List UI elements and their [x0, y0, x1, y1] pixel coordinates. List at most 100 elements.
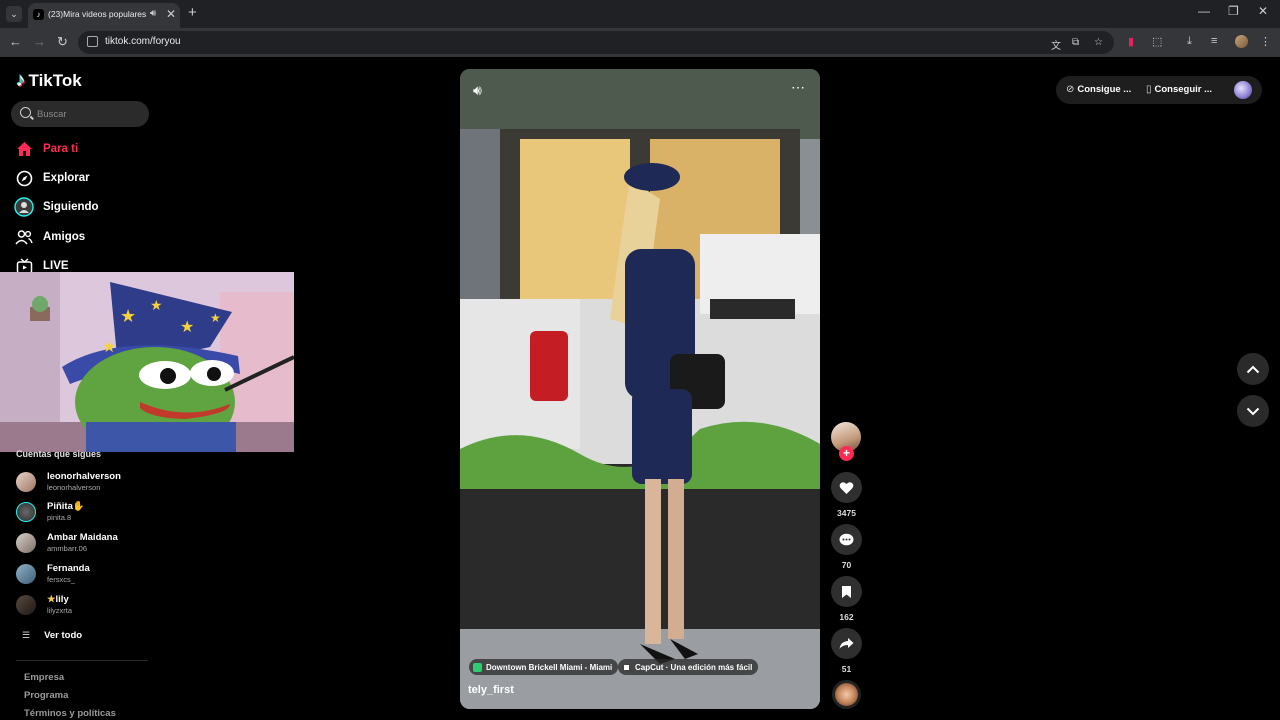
see-all-following-button[interactable]: ☰ Ver todo: [22, 630, 82, 641]
following-section-title: Cuentas que sigues: [16, 449, 102, 459]
get-app-button[interactable]: ▯ Conseguir ...: [1146, 84, 1212, 95]
tab-search-dropdown-icon[interactable]: ⌄: [6, 6, 22, 22]
comment-count: 70: [841, 560, 852, 570]
share-icon: [839, 638, 854, 649]
restore-icon[interactable]: ❐: [1228, 4, 1239, 18]
like-count: 3475: [837, 508, 856, 518]
browser-tab[interactable]: ♪ (23)Mira videos populares 🔊︎ ✕: [28, 3, 180, 28]
window-close-icon[interactable]: ✕: [1258, 4, 1268, 18]
get-coins-label: Consigue ...: [1077, 84, 1132, 95]
video-author-username[interactable]: tely_first: [468, 684, 514, 696]
next-video-button[interactable]: [1237, 395, 1269, 427]
location-chip[interactable]: Downtown Brickell Miami - Miami: [469, 659, 619, 675]
browser-toolbar: ← → ↻ tiktok.com/foryou 文 ⧉ ☆ ▮ ⬚ ⤓ ≡ ⋮: [0, 28, 1280, 57]
extension-icon[interactable]: ▮: [1128, 35, 1134, 48]
media-control-icon[interactable]: ≡: [1211, 35, 1217, 47]
account-name-text: Piñita: [47, 501, 73, 512]
comment-button[interactable]: [831, 524, 862, 555]
back-icon[interactable]: ←: [9, 34, 22, 49]
nav-item-amigos[interactable]: Amigos: [14, 226, 85, 248]
webcam-overlay: ★ ★ ★ ★ ★: [0, 272, 294, 452]
tab-close-icon[interactable]: ✕: [166, 7, 176, 21]
bookmark-star-icon[interactable]: ☆: [1094, 37, 1103, 48]
chevron-down-icon: [1246, 407, 1260, 415]
svg-text:★: ★: [120, 306, 136, 327]
location-text: Downtown Brickell Miami - Miami: [486, 662, 613, 672]
hand-emoji-icon: ✋: [72, 501, 85, 512]
compass-icon: [14, 168, 34, 188]
friends-icon: [14, 227, 34, 247]
account-username: ammbarr.06: [47, 544, 88, 553]
phone-icon: ▯: [1146, 84, 1152, 95]
tiktok-note-icon: ♪: [16, 70, 26, 91]
nav-item-siguiendo[interactable]: Siguiendo: [14, 196, 99, 218]
like-button[interactable]: [831, 472, 862, 503]
comment-icon: [839, 533, 854, 545]
browser-tab-bar: ⌄ ♪ (23)Mira videos populares 🔊︎ ✕ + — ❐…: [0, 0, 1280, 28]
nav-label: LIVE: [43, 260, 69, 272]
star-emoji-icon: ★: [47, 594, 56, 605]
home-icon: [14, 139, 34, 159]
avatar: [16, 533, 36, 553]
bookmark-icon: [842, 585, 851, 598]
extensions-puzzle-icon[interactable]: ⬚: [1152, 35, 1162, 48]
account-name-text: lily: [55, 594, 69, 605]
save-count: 162: [839, 612, 854, 622]
search-icon: [20, 107, 31, 118]
more-options-icon[interactable]: ⋯: [791, 79, 806, 96]
forward-icon[interactable]: →: [33, 34, 46, 49]
following-avatar-icon: [14, 197, 34, 217]
search-input[interactable]: Buscar: [11, 101, 149, 127]
tiktok-logo[interactable]: ♪ TikTok: [16, 70, 82, 92]
music-disc[interactable]: [832, 680, 861, 709]
address-url: tiktok.com/foryou: [105, 36, 181, 47]
minimize-icon[interactable]: —: [1198, 4, 1210, 18]
user-avatar[interactable]: [1234, 81, 1252, 99]
list-icon: ☰: [22, 630, 31, 640]
nav-label: Explorar: [43, 172, 90, 184]
get-coins-button[interactable]: ⊘ Consigue ...: [1066, 84, 1131, 95]
svg-text:★: ★: [210, 311, 221, 325]
footer-link-programa[interactable]: Programa: [24, 690, 68, 701]
tab-audio-icon[interactable]: 🔊︎: [150, 8, 156, 19]
footer-link-empresa[interactable]: Empresa: [24, 672, 64, 683]
nav-label: Amigos: [43, 231, 86, 243]
address-bar[interactable]: tiktok.com/foryou 文 ⧉ ☆: [78, 31, 1114, 54]
svg-text:★: ★: [180, 317, 194, 336]
follow-plus-icon[interactable]: +: [839, 446, 854, 461]
new-tab-icon[interactable]: +: [188, 4, 197, 21]
avatar: [16, 595, 36, 615]
webcam-frog-wizard-image: ★ ★ ★ ★ ★: [0, 272, 294, 452]
avatar: [16, 564, 36, 584]
capcut-text: CapCut · Una edición más fácil: [635, 662, 753, 672]
coin-icon: ⊘: [1066, 84, 1075, 95]
nav-item-explorar[interactable]: Explorar: [14, 167, 90, 189]
previous-video-button[interactable]: [1237, 353, 1269, 385]
reload-icon[interactable]: ↻: [57, 34, 68, 50]
account-name: Fernanda: [47, 563, 90, 574]
video-player[interactable]: 🔊︎ ⋯ Downtown Brickell Miami - Miami Cap…: [460, 69, 820, 709]
volume-icon[interactable]: 🔊︎: [473, 82, 482, 99]
account-name: Ambar Maidana: [47, 532, 118, 543]
footer-link-terminos[interactable]: Términos y políticas: [24, 708, 116, 719]
translate-icon[interactable]: 文: [1051, 37, 1061, 52]
capcut-chip[interactable]: CapCut · Una edición más fácil: [618, 659, 759, 675]
avatar: [16, 502, 36, 522]
tab-title: (23)Mira videos populares: [48, 9, 147, 19]
account-name: Piñita✋: [47, 501, 85, 512]
save-button[interactable]: [831, 576, 862, 607]
profile-avatar[interactable]: [1235, 35, 1248, 48]
see-all-label: Ver todo: [44, 630, 83, 641]
account-name: ★lily: [47, 594, 69, 605]
account-username: leonorhalverson: [47, 483, 101, 492]
nav-item-para-ti[interactable]: Para ti: [14, 138, 78, 160]
account-username: pinita.8: [47, 513, 72, 522]
get-app-label: Conseguir ...: [1154, 84, 1213, 95]
site-info-icon[interactable]: [87, 36, 98, 47]
browser-menu-icon[interactable]: ⋮: [1260, 35, 1271, 48]
share-button[interactable]: [831, 628, 862, 659]
heart-icon: [839, 481, 854, 494]
install-app-icon[interactable]: ⧉: [1072, 37, 1079, 48]
download-icon[interactable]: ⤓: [1187, 35, 1192, 48]
nav-label: Siguiendo: [43, 201, 99, 213]
